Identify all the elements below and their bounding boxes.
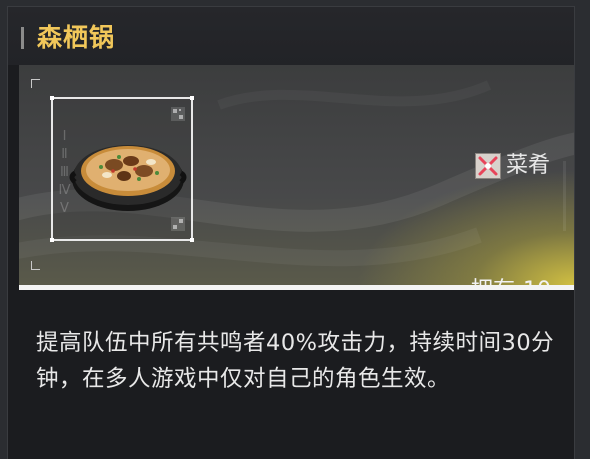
cross-swords-icon	[474, 153, 501, 179]
item-category: 菜肴	[474, 152, 550, 180]
qr-mark-icon	[171, 217, 185, 231]
category-label: 菜肴	[505, 153, 550, 178]
owned-number: 10	[523, 278, 551, 285]
frame-corner-dot	[190, 96, 194, 100]
item-name: 森栖锅	[37, 23, 116, 52]
owned-label: 拥有	[471, 278, 515, 285]
header-accent-bar	[21, 27, 24, 49]
item-tooltip-panel: 森栖锅 菜肴 拥有10 ⅠⅡ	[7, 6, 575, 459]
item-image-frame: ⅠⅡⅢⅣⅤ	[50, 96, 194, 242]
frame-corner-dot	[50, 238, 54, 242]
section-divider	[19, 285, 574, 290]
mushroom-pot-dish-icon	[69, 145, 187, 211]
item-header: 森栖锅	[8, 7, 574, 65]
frame-corner-dot	[190, 238, 194, 242]
banner-corner-bl	[31, 261, 40, 270]
frame-corner-dot	[50, 96, 54, 100]
qr-mark-icon	[171, 107, 185, 121]
item-description: 提高队伍中所有共鸣者40%攻击力，持续时间30分钟，在多人游戏中仅对自己的角色生…	[36, 330, 555, 392]
banner-corner-tl	[31, 79, 40, 88]
owned-count: 拥有 10	[471, 277, 551, 285]
banner-scroll-indicator	[563, 161, 566, 231]
